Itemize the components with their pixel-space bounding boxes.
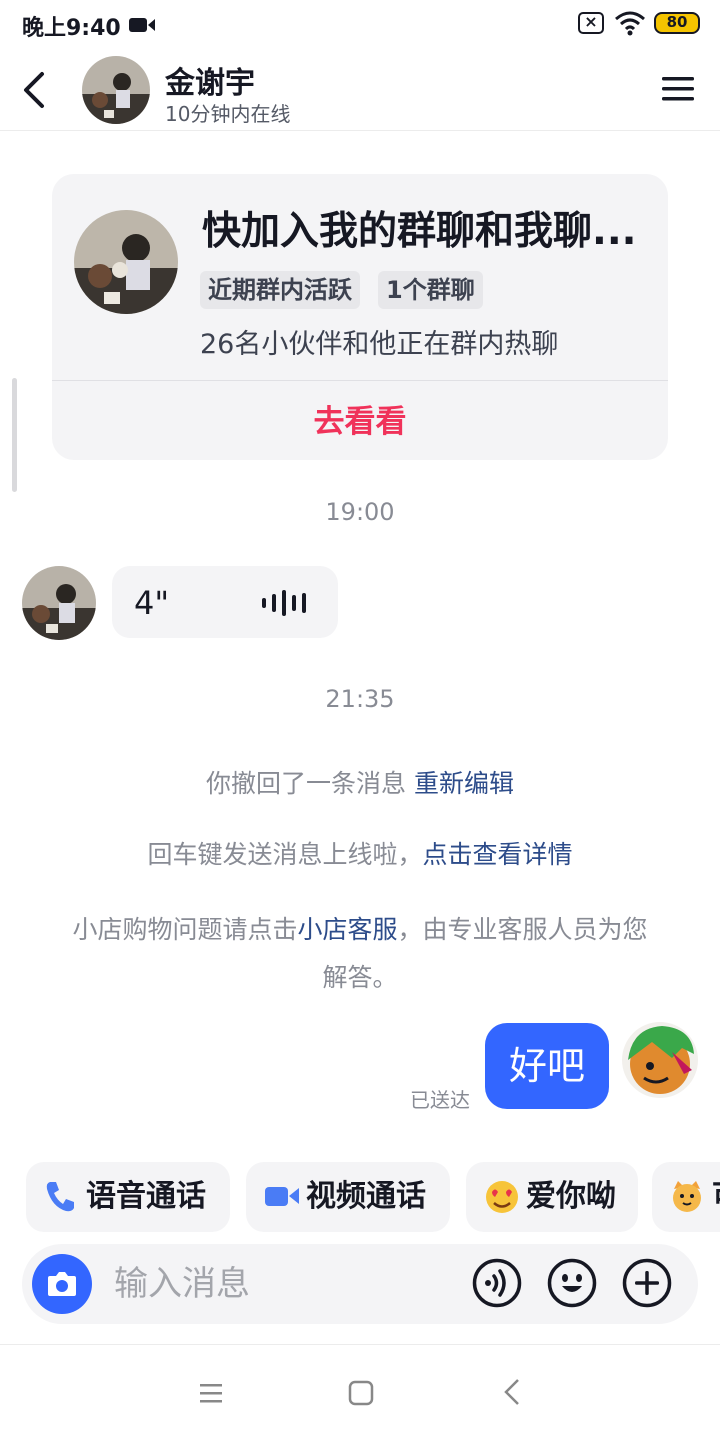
group-tag-count: 1个群聊 bbox=[378, 271, 483, 309]
voice-call-label: 语音通话 bbox=[86, 1179, 206, 1214]
heart-eyes-emoji-icon bbox=[486, 1181, 518, 1213]
status-bar: 晚上9:40 × 80 bbox=[0, 0, 720, 50]
card-divider bbox=[52, 380, 668, 381]
phone-icon bbox=[46, 1182, 74, 1212]
video-call-label: 视频通话 bbox=[306, 1179, 426, 1214]
message-input[interactable] bbox=[114, 1262, 444, 1306]
more-quick-label: 可 bbox=[712, 1162, 720, 1232]
voice-wave-icon bbox=[262, 590, 306, 616]
contact-online-status: 10分钟内在线 bbox=[165, 102, 291, 126]
contact-avatar[interactable] bbox=[82, 56, 150, 124]
more-quick-button[interactable]: 可 bbox=[652, 1162, 720, 1232]
scroll-indicator bbox=[12, 378, 17, 492]
recall-notice: 你撤回了一条消息 重新编辑 bbox=[0, 764, 720, 800]
recent-apps-icon[interactable] bbox=[198, 1380, 224, 1406]
voice-duration: 4" bbox=[134, 584, 170, 622]
group-tag-active: 近期群内活跃 bbox=[200, 271, 360, 309]
timestamp: 19:00 bbox=[325, 498, 395, 526]
contact-avatar[interactable] bbox=[22, 566, 96, 640]
home-icon[interactable] bbox=[348, 1380, 374, 1406]
group-avatar bbox=[74, 210, 178, 314]
love-you-quick-button[interactable]: 爱你呦 bbox=[466, 1162, 638, 1232]
status-time: 晚上9:40 bbox=[22, 16, 121, 41]
cat-emoji-icon bbox=[673, 1181, 701, 1212]
battery-indicator: 80 bbox=[654, 12, 700, 34]
view-details-link[interactable]: 点击查看详情 bbox=[423, 840, 573, 869]
re-edit-link[interactable]: 重新编辑 bbox=[414, 769, 514, 798]
sim-error-icon: × bbox=[578, 12, 604, 34]
shop-notice-text: 小店购物问题请点击 bbox=[72, 915, 298, 944]
plus-icon[interactable] bbox=[622, 1258, 672, 1308]
outgoing-message-bubble[interactable]: 好吧 bbox=[485, 1023, 609, 1109]
contact-name[interactable]: 金谢宇 bbox=[165, 58, 255, 102]
group-card-description: 26名小伙伴和他正在群内热聊 bbox=[200, 329, 559, 360]
wifi-icon bbox=[615, 11, 645, 36]
camera-icon bbox=[48, 1272, 76, 1296]
enter-key-notice: 回车键发送消息上线啦，点击查看详情 bbox=[0, 835, 720, 871]
enter-notice-text: 回车键发送消息上线啦， bbox=[147, 840, 423, 869]
video-icon bbox=[265, 1187, 299, 1206]
delivery-status: 已送达 bbox=[410, 1088, 470, 1112]
shop-service-notice: 小店购物问题请点击小店客服，由专业客服人员为您解答。 bbox=[0, 906, 720, 1002]
group-card-title: 快加入我的群聊和我聊... bbox=[202, 209, 637, 254]
shop-service-link[interactable]: 小店客服 bbox=[297, 915, 397, 944]
love-you-label: 爱你呦 bbox=[526, 1179, 616, 1214]
menu-icon[interactable] bbox=[660, 74, 696, 104]
back-button[interactable] bbox=[18, 70, 52, 110]
camera-button[interactable] bbox=[32, 1254, 92, 1314]
view-group-button[interactable]: 去看看 bbox=[52, 396, 668, 441]
my-avatar[interactable] bbox=[622, 1022, 698, 1098]
video-recording-icon bbox=[129, 18, 155, 32]
recall-text: 你撤回了一条消息 bbox=[206, 769, 407, 798]
voice-input-icon[interactable] bbox=[472, 1258, 522, 1308]
voice-call-quick-button[interactable]: 语音通话 bbox=[26, 1162, 230, 1232]
system-back-icon[interactable] bbox=[500, 1377, 526, 1407]
video-call-quick-button[interactable]: 视频通话 bbox=[246, 1162, 450, 1232]
emoji-icon[interactable] bbox=[547, 1258, 597, 1308]
timestamp: 21:35 bbox=[325, 685, 395, 713]
